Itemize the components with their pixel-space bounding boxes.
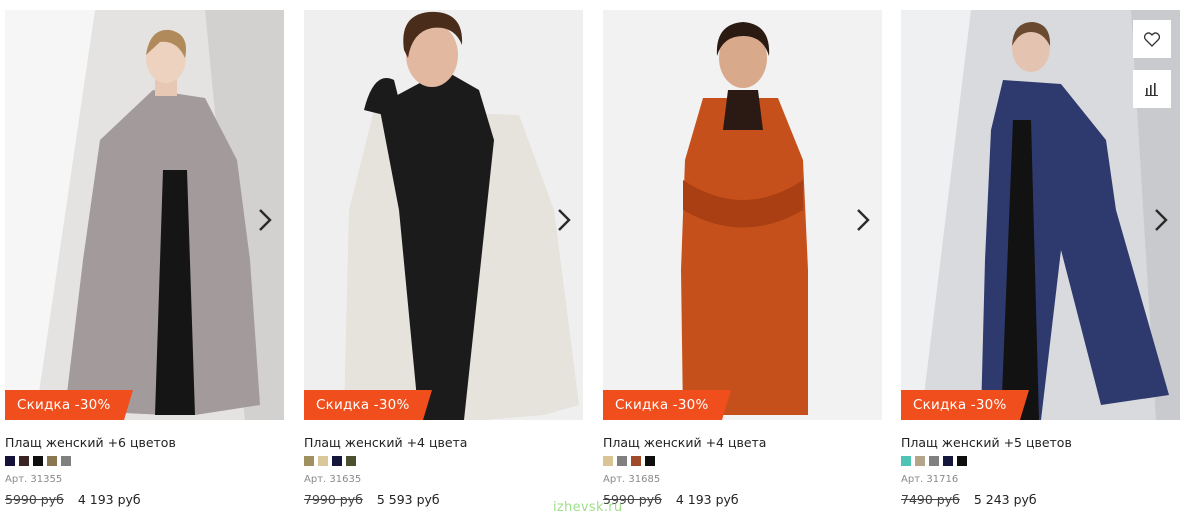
product-card[interactable]: Скидка -30% Плащ женский +6 цветов Арт. … <box>5 10 284 510</box>
product-image[interactable]: Скидка -30% <box>603 10 882 420</box>
chevron-right-icon[interactable] <box>254 206 276 234</box>
price-block: 5990 руб 4 193 руб <box>603 492 739 507</box>
price-block: 7990 руб 5 593 руб <box>304 492 440 507</box>
sale-price: 4 193 руб <box>675 492 739 507</box>
old-price: 5990 руб <box>5 492 64 507</box>
color-swatch[interactable] <box>645 456 655 466</box>
price-block: 5990 руб 4 193 руб <box>5 492 141 507</box>
color-swatch[interactable] <box>603 456 613 466</box>
compare-button[interactable] <box>1133 70 1171 108</box>
watermark: izhevsk.ru <box>553 500 623 515</box>
product-card[interactable]: Скидка -30% Плащ женский +4 цвета Арт. 3… <box>603 10 882 510</box>
color-swatch[interactable] <box>61 456 71 466</box>
color-swatches <box>901 456 967 466</box>
article-number: Арт. 31635 <box>304 474 362 485</box>
color-swatch[interactable] <box>346 456 356 466</box>
chevron-right-icon[interactable] <box>1150 206 1172 234</box>
color-swatch[interactable] <box>617 456 627 466</box>
discount-badge: Скидка -30% <box>304 390 434 420</box>
product-image[interactable]: Скидка -30% <box>5 10 284 420</box>
article-number: Арт. 31685 <box>603 474 661 485</box>
article-number: Арт. 31716 <box>901 474 959 485</box>
discount-badge: Скидка -30% <box>5 390 135 420</box>
sale-price: 4 193 руб <box>77 492 141 507</box>
favorite-button[interactable] <box>1133 20 1171 58</box>
color-swatch[interactable] <box>929 456 939 466</box>
coat-shape <box>681 98 808 415</box>
price-block: 7490 руб 5 243 руб <box>901 492 1037 507</box>
sale-price: 5 593 руб <box>376 492 440 507</box>
color-swatches <box>603 456 655 466</box>
product-image[interactable]: Скидка -30% <box>304 10 583 420</box>
color-swatch[interactable] <box>5 456 15 466</box>
color-swatch[interactable] <box>304 456 314 466</box>
product-title[interactable]: Плащ женский +4 цвета <box>304 435 467 450</box>
heart-icon <box>1144 31 1160 47</box>
product-title[interactable]: Плащ женский +5 цветов <box>901 435 1072 450</box>
color-swatch[interactable] <box>915 456 925 466</box>
discount-badge: Скидка -30% <box>603 390 733 420</box>
color-swatch[interactable] <box>631 456 641 466</box>
color-swatch[interactable] <box>47 456 57 466</box>
product-card[interactable]: Скидка -30% Плащ женский +5 цветов Арт. … <box>901 10 1180 510</box>
product-image[interactable]: Скидка -30% <box>901 10 1180 420</box>
product-title[interactable]: Плащ женский +6 цветов <box>5 435 176 450</box>
color-swatches <box>304 456 356 466</box>
sale-price: 5 243 руб <box>973 492 1037 507</box>
color-swatches <box>5 456 71 466</box>
color-swatch[interactable] <box>332 456 342 466</box>
color-swatch[interactable] <box>943 456 953 466</box>
color-swatch[interactable] <box>901 456 911 466</box>
product-grid: Скидка -30% Плащ женский +6 цветов Арт. … <box>5 10 1180 510</box>
color-swatch[interactable] <box>318 456 328 466</box>
color-swatch[interactable] <box>957 456 967 466</box>
chevron-right-icon[interactable] <box>852 206 874 234</box>
old-price: 7490 руб <box>901 492 960 507</box>
color-swatch[interactable] <box>19 456 29 466</box>
bar-chart-icon <box>1145 83 1158 96</box>
product-title[interactable]: Плащ женский +4 цвета <box>603 435 766 450</box>
chevron-right-icon[interactable] <box>553 206 575 234</box>
discount-badge: Скидка -30% <box>901 390 1031 420</box>
color-swatch[interactable] <box>33 456 43 466</box>
product-card[interactable]: Скидка -30% Плащ женский +4 цвета Арт. 3… <box>304 10 583 510</box>
old-price: 7990 руб <box>304 492 363 507</box>
article-number: Арт. 31355 <box>5 474 63 485</box>
